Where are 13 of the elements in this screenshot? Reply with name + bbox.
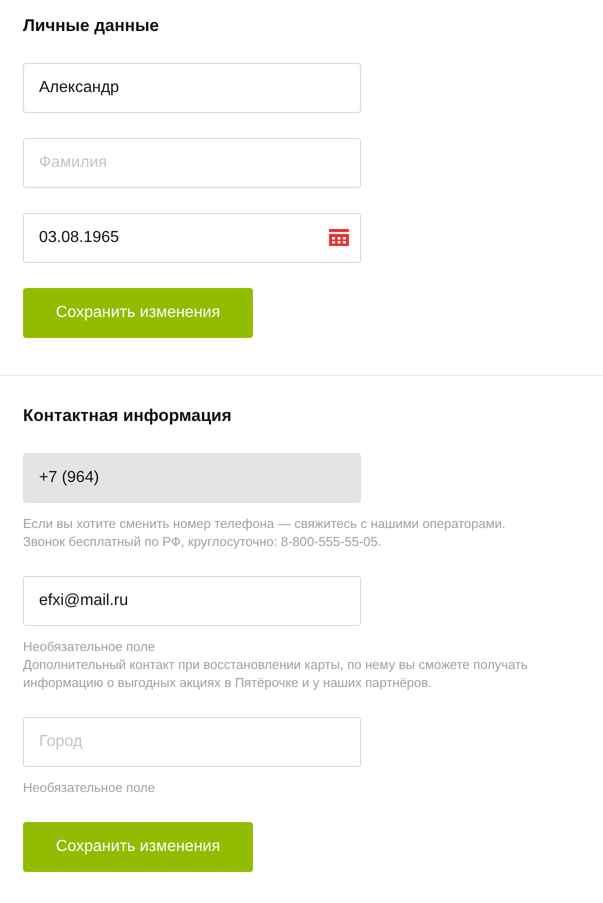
input-field[interactable]: Фамилия <box>23 138 361 188</box>
date-field[interactable]: 03.08.1965 <box>23 213 361 263</box>
help-text: Если вы хотите сменить номер телефона — свяжитесь с нашими операторами. <box>23 515 507 533</box>
help-text: Дополнительный контакт при восстановлении карты, по нему вы сможете получать информацию о выгодных акциях в Пятёрочке и у наших партнёров. <box>23 656 529 692</box>
section-title: Контактная информация <box>23 405 233 427</box>
section-title: Личные данные <box>23 15 160 37</box>
help-text: Звонок бесплатный по РФ, круглосуточно: 8-800-555-55-05. <box>23 533 382 551</box>
help-text: Необязательное поле <box>23 638 156 656</box>
calendar-icon[interactable] <box>329 229 349 246</box>
input-field[interactable]: efxi@mail.ru <box>23 576 361 626</box>
input-field[interactable]: Александр <box>23 63 361 113</box>
input-field[interactable]: Город <box>23 717 361 767</box>
help-text: Необязательное поле <box>23 779 156 797</box>
